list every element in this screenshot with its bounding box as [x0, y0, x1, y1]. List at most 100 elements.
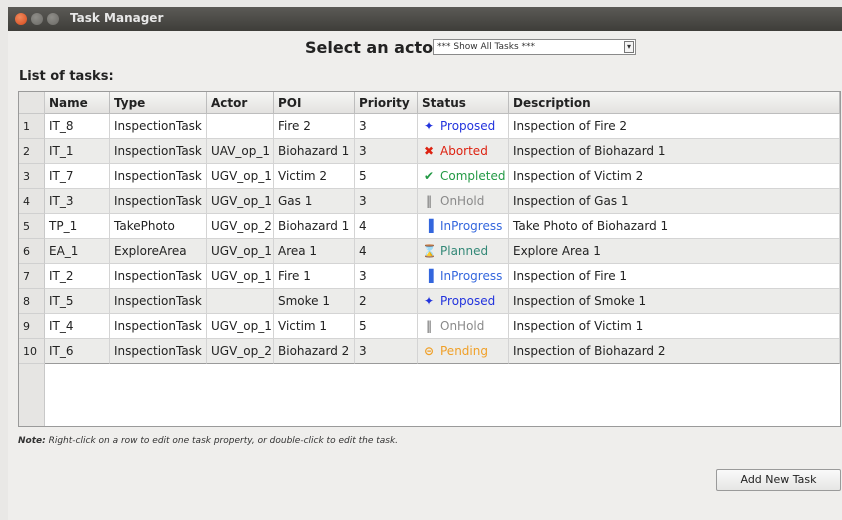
cell-actor[interactable]: UGV_op_1: [207, 264, 274, 289]
cell-description[interactable]: Inspection of Fire 1: [509, 264, 840, 289]
cell-name[interactable]: IT_2: [45, 264, 110, 289]
table-row[interactable]: 6 EA_1 ExploreArea UGV_op_1 Area 1 4 ⌛ Planned E…: [19, 239, 840, 264]
cell-name[interactable]: IT_1: [45, 139, 110, 164]
cell-poi[interactable]: Biohazard 2: [274, 339, 355, 364]
add-new-task-button[interactable]: Add New Task: [716, 469, 841, 491]
cell-status[interactable]: ‖ OnHold: [418, 314, 509, 339]
cell-actor[interactable]: UAV_op_1: [207, 139, 274, 164]
cell-name[interactable]: IT_3: [45, 189, 110, 214]
cell-status[interactable]: ✔ Completed: [418, 164, 509, 189]
cell-type[interactable]: InspectionTask: [110, 164, 207, 189]
cell-poi[interactable]: Biohazard 1: [274, 214, 355, 239]
cell-name[interactable]: IT_8: [45, 114, 110, 139]
cell-priority[interactable]: 3: [355, 339, 418, 364]
table-row[interactable]: 8 IT_5 InspectionTask Smoke 1 2 ✦ Proposed Insp…: [19, 289, 840, 314]
cell-actor[interactable]: UGV_op_1: [207, 164, 274, 189]
chevron-down-icon[interactable]: ▾: [624, 41, 634, 53]
cell-actor[interactable]: UGV_op_1: [207, 189, 274, 214]
column-header-name[interactable]: Name: [45, 92, 110, 114]
cell-name[interactable]: IT_7: [45, 164, 110, 189]
cell-description[interactable]: Inspection of Biohazard 2: [509, 339, 840, 364]
cell-type[interactable]: InspectionTask: [110, 289, 207, 314]
cell-name[interactable]: IT_6: [45, 339, 110, 364]
row-number[interactable]: 10: [19, 339, 45, 364]
cell-status[interactable]: ✖ Aborted: [418, 139, 509, 164]
table-row[interactable]: 2 IT_1 InspectionTask UAV_op_1 Biohazard 1 3 ✖…: [19, 139, 840, 164]
cell-poi[interactable]: Gas 1: [274, 189, 355, 214]
table-row[interactable]: 10 IT_6 InspectionTask UGV_op_2 Biohazard 23…: [19, 339, 840, 364]
cell-type[interactable]: InspectionTask: [110, 264, 207, 289]
cell-description[interactable]: Inspection of Fire 2: [509, 114, 840, 139]
cell-status[interactable]: ▐ InProgress: [418, 264, 509, 289]
column-header-priority[interactable]: Priority: [355, 92, 418, 114]
cell-description[interactable]: Inspection of Gas 1: [509, 189, 840, 214]
cell-type[interactable]: InspectionTask: [110, 314, 207, 339]
cell-poi[interactable]: Fire 2: [274, 114, 355, 139]
row-number[interactable]: 6: [19, 239, 45, 264]
actor-select[interactable]: *** Show All Tasks *** ▾: [433, 39, 636, 55]
cell-poi[interactable]: Victim 1: [274, 314, 355, 339]
cell-status[interactable]: ‖ OnHold: [418, 189, 509, 214]
cell-actor[interactable]: UGV_op_2: [207, 214, 274, 239]
cell-description[interactable]: Take Photo of Biohazard 1: [509, 214, 840, 239]
cell-priority[interactable]: 5: [355, 314, 418, 339]
row-number[interactable]: 1: [19, 114, 45, 139]
row-number[interactable]: 4: [19, 189, 45, 214]
cell-description[interactable]: Inspection of Victim 1: [509, 314, 840, 339]
cell-poi[interactable]: Fire 1: [274, 264, 355, 289]
cell-type[interactable]: ExploreArea: [110, 239, 207, 264]
cell-type[interactable]: InspectionTask: [110, 189, 207, 214]
minimize-icon[interactable]: [31, 13, 43, 25]
table-row[interactable]: 4 IT_3 InspectionTask UGV_op_1 Gas 1 3 ‖ OnHold…: [19, 189, 840, 214]
cell-status[interactable]: ▐ InProgress: [418, 214, 509, 239]
table-row[interactable]: 5 TP_1 TakePhoto UGV_op_2 Biohazard 1 4 ▐ InPro…: [19, 214, 840, 239]
column-header-description[interactable]: Description: [509, 92, 840, 114]
cell-status[interactable]: ✦ Proposed: [418, 114, 509, 139]
row-number[interactable]: 9: [19, 314, 45, 339]
cell-priority[interactable]: 5: [355, 164, 418, 189]
row-number[interactable]: 3: [19, 164, 45, 189]
cell-priority[interactable]: 2: [355, 289, 418, 314]
cell-type[interactable]: InspectionTask: [110, 114, 207, 139]
row-number[interactable]: 5: [19, 214, 45, 239]
cell-name[interactable]: IT_4: [45, 314, 110, 339]
cell-status[interactable]: ✦ Proposed: [418, 289, 509, 314]
cell-type[interactable]: TakePhoto: [110, 214, 207, 239]
cell-priority[interactable]: 3: [355, 264, 418, 289]
cell-actor[interactable]: UGV_op_1: [207, 239, 274, 264]
column-header-actor[interactable]: Actor: [207, 92, 274, 114]
cell-type[interactable]: InspectionTask: [110, 139, 207, 164]
table-row[interactable]: 9 IT_4 InspectionTask UGV_op_1 Victim 1 5 ‖ OnH…: [19, 314, 840, 339]
table-row[interactable]: 1 IT_8 InspectionTask Fire 2 3 ✦ Proposed Inspe…: [19, 114, 840, 139]
cell-priority[interactable]: 3: [355, 114, 418, 139]
cell-description[interactable]: Explore Area 1: [509, 239, 840, 264]
cell-priority[interactable]: 3: [355, 139, 418, 164]
cell-poi[interactable]: Victim 2: [274, 164, 355, 189]
cell-description[interactable]: Inspection of Biohazard 1: [509, 139, 840, 164]
cell-poi[interactable]: Area 1: [274, 239, 355, 264]
cell-status[interactable]: ⊝ Pending: [418, 339, 509, 364]
cell-type[interactable]: InspectionTask: [110, 339, 207, 364]
cell-priority[interactable]: 4: [355, 239, 418, 264]
maximize-icon[interactable]: [47, 13, 59, 25]
cell-poi[interactable]: Biohazard 1: [274, 139, 355, 164]
cell-name[interactable]: IT_5: [45, 289, 110, 314]
close-icon[interactable]: [15, 13, 27, 25]
table-row[interactable]: 7 IT_2 InspectionTask UGV_op_1 Fire 1 3 ▐ InPro…: [19, 264, 840, 289]
row-number[interactable]: 2: [19, 139, 45, 164]
cell-actor[interactable]: [207, 289, 274, 314]
cell-description[interactable]: Inspection of Smoke 1: [509, 289, 840, 314]
cell-actor[interactable]: UGV_op_1: [207, 314, 274, 339]
column-header-poi[interactable]: POI: [274, 92, 355, 114]
row-number[interactable]: 8: [19, 289, 45, 314]
cell-priority[interactable]: 3: [355, 189, 418, 214]
column-header-status[interactable]: Status: [418, 92, 509, 114]
cell-actor[interactable]: UGV_op_2: [207, 339, 274, 364]
cell-priority[interactable]: 4: [355, 214, 418, 239]
cell-status[interactable]: ⌛ Planned: [418, 239, 509, 264]
cell-name[interactable]: TP_1: [45, 214, 110, 239]
cell-name[interactable]: EA_1: [45, 239, 110, 264]
column-header-type[interactable]: Type: [110, 92, 207, 114]
table-row[interactable]: 3 IT_7 InspectionTask UGV_op_1 Victim 2 5 ✔ Com…: [19, 164, 840, 189]
row-number[interactable]: 7: [19, 264, 45, 289]
